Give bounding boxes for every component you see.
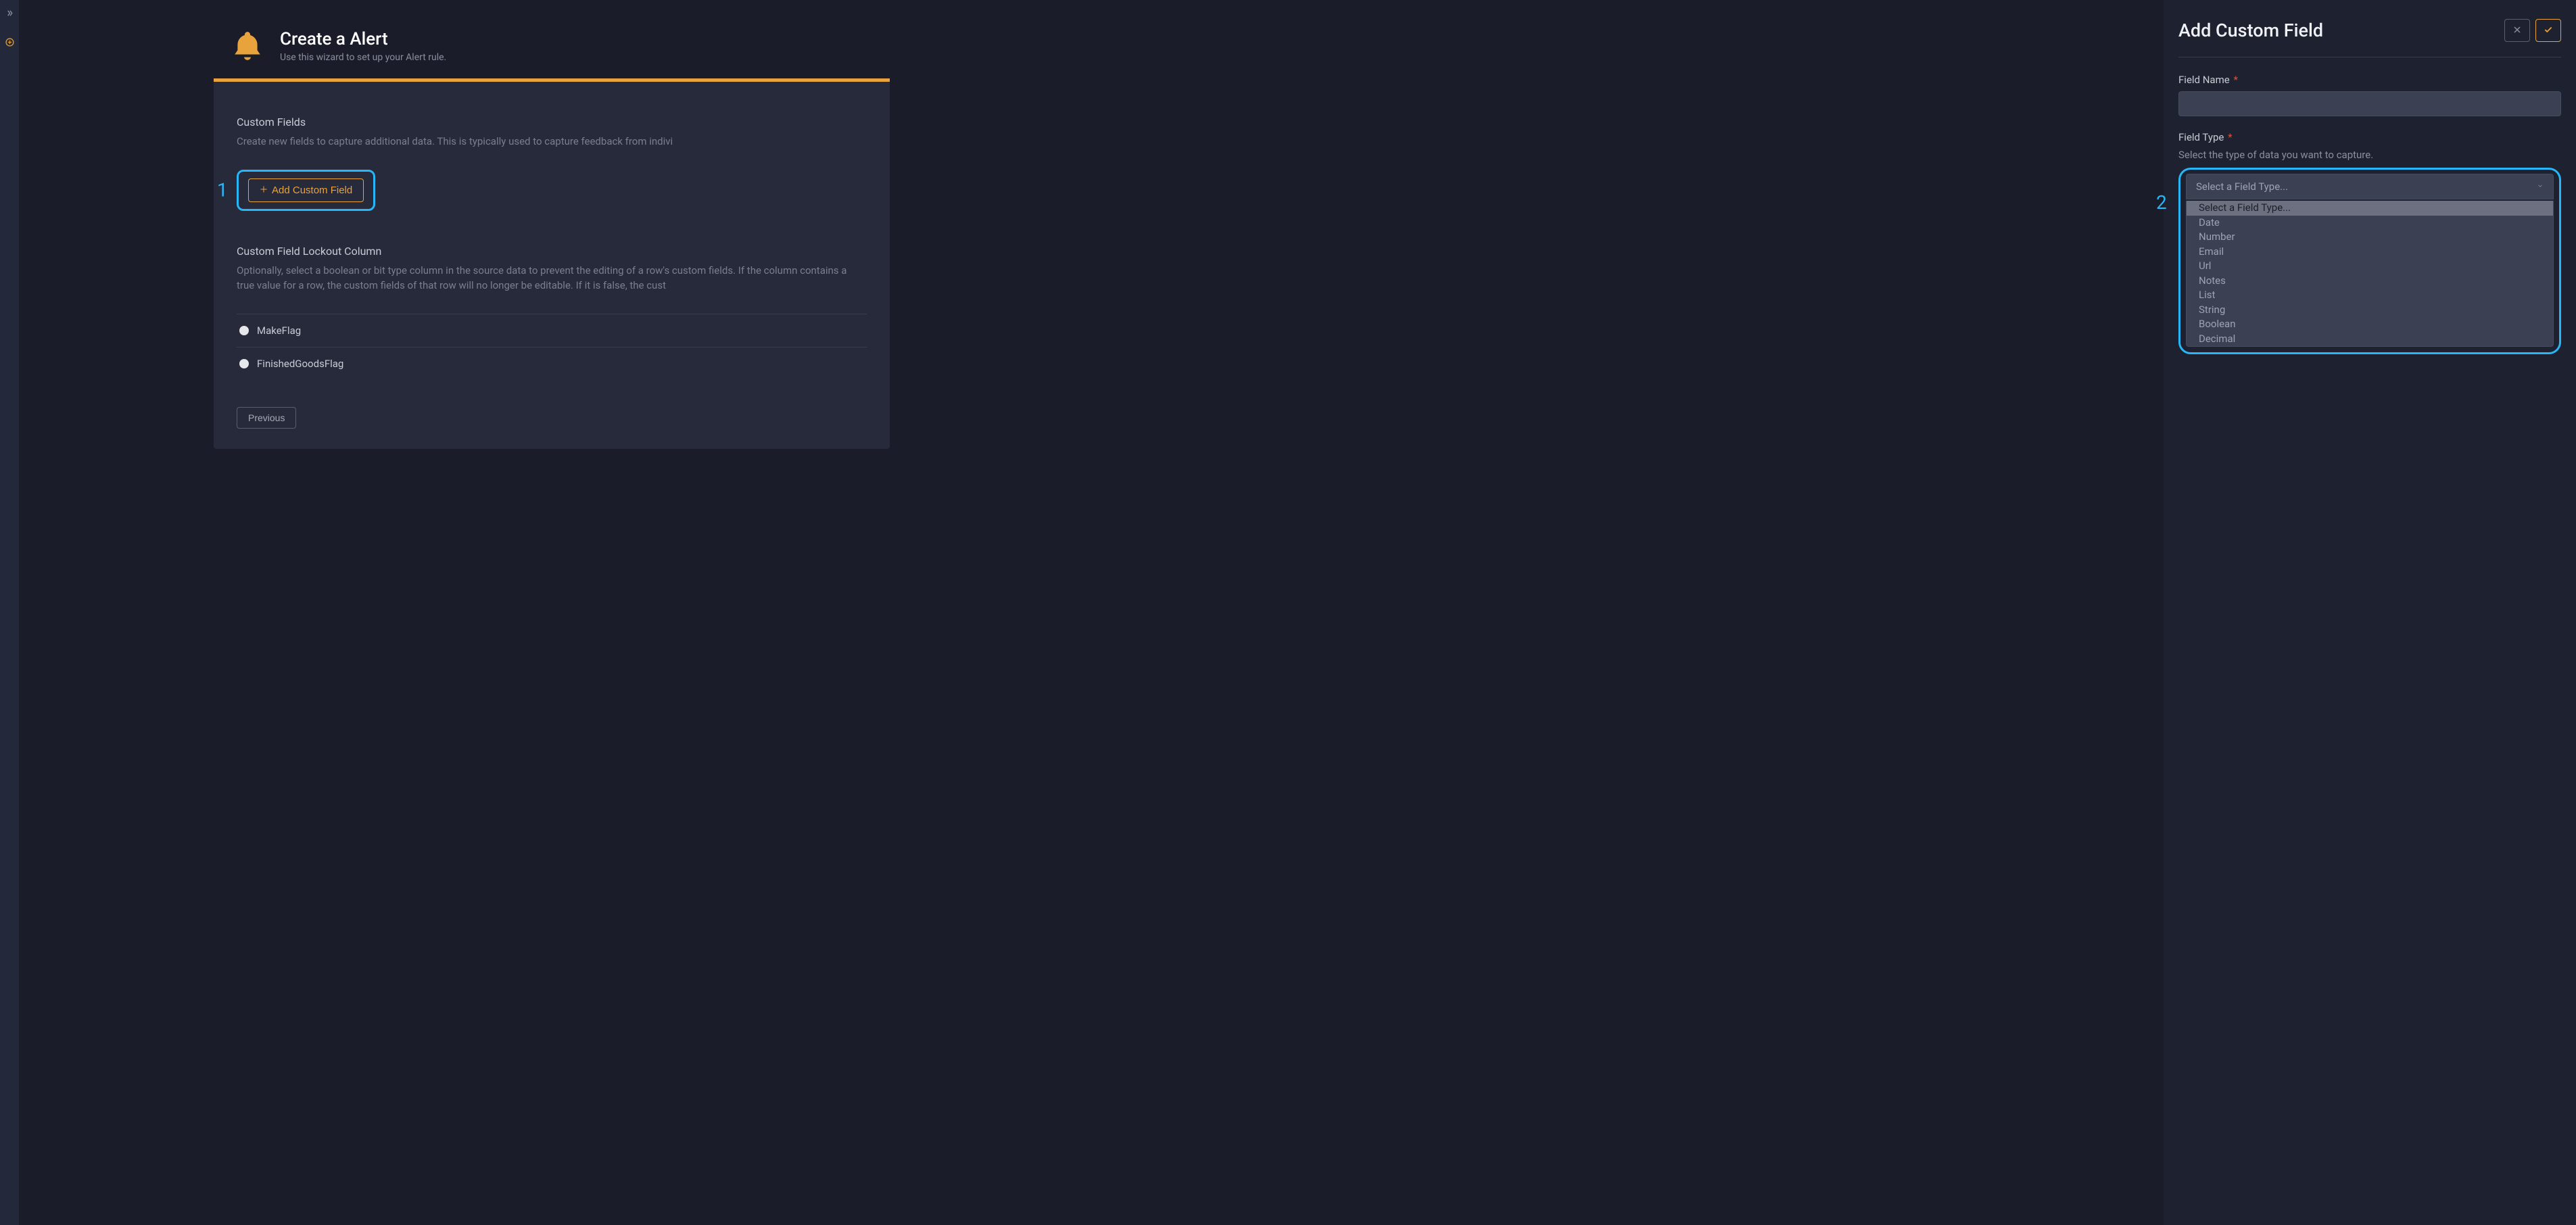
expand-icon[interactable]	[6, 9, 14, 19]
drawer-close-button[interactable]	[2504, 19, 2530, 42]
chevron-down-icon	[2537, 183, 2544, 191]
field-type-option[interactable]: Decimal	[2187, 332, 2553, 347]
custom-fields-section: Custom Fields Create new fields to captu…	[237, 116, 867, 231]
field-type-hint: Select the type of data you want to capt…	[2178, 149, 2561, 161]
field-type-label: Field Type *	[2178, 131, 2561, 143]
lockout-section: Custom Field Lockout Column Optionally, …	[237, 245, 867, 429]
field-name-label: Field Name *	[2178, 74, 2561, 86]
required-marker: *	[2228, 131, 2232, 143]
section-title-lockout: Custom Field Lockout Column	[237, 245, 867, 258]
plus-icon	[260, 185, 268, 195]
add-custom-field-label: Add Custom Field	[272, 185, 352, 196]
lockout-option-finishedgoodsflag[interactable]: FinishedGoodsFlag	[237, 347, 867, 380]
field-name-input[interactable]	[2178, 91, 2561, 116]
callout-frame-2: 2 Select a Field Type... Select a Field …	[2178, 168, 2561, 354]
bell-icon	[229, 27, 266, 65]
field-type-option[interactable]: Email	[2187, 245, 2553, 260]
field-type-option[interactable]: List	[2187, 288, 2553, 303]
callout-frame-1: 1 Add Custom Field	[237, 170, 375, 211]
callout-number-2: 2	[2156, 191, 2167, 214]
lockout-option-makeflag[interactable]: MakeFlag	[237, 314, 867, 347]
callout-number-1: 1	[217, 179, 228, 201]
field-type-option[interactable]: Number	[2187, 230, 2553, 245]
add-custom-field-button[interactable]: Add Custom Field	[248, 178, 364, 202]
field-type-option[interactable]: Select a Field Type...	[2187, 201, 2553, 216]
drawer-confirm-button[interactable]	[2535, 19, 2561, 42]
radio-icon	[239, 359, 249, 368]
field-type-dropdown: Select a Field Type... Date Number Email…	[2186, 201, 2554, 347]
lockout-options: MakeFlag FinishedGoodsFlag	[237, 314, 867, 380]
add-circle-icon[interactable]	[5, 38, 14, 49]
section-desc-custom-fields: Create new fields to capture additional …	[237, 134, 867, 149]
add-custom-field-drawer: Add Custom Field Field Name * Field Type…	[2164, 0, 2576, 1225]
field-type-selected-value: Select a Field Type...	[2196, 181, 2288, 193]
drawer-title: Add Custom Field	[2178, 20, 2323, 41]
field-type-option[interactable]: Date	[2187, 216, 2553, 231]
section-desc-lockout: Optionally, select a boolean or bit type…	[237, 263, 867, 293]
previous-button[interactable]: Previous	[237, 407, 296, 429]
field-type-option[interactable]: String	[2187, 303, 2553, 318]
check-icon	[2544, 25, 2553, 37]
section-title-custom-fields: Custom Fields	[237, 116, 867, 128]
close-icon	[2513, 25, 2521, 36]
field-type-select[interactable]: Select a Field Type...	[2186, 174, 2554, 199]
radio-label: FinishedGoodsFlag	[257, 358, 343, 370]
field-type-option[interactable]: Url	[2187, 259, 2553, 274]
radio-label: MakeFlag	[257, 325, 301, 337]
field-type-option[interactable]: Boolean	[2187, 317, 2553, 332]
left-rail	[0, 0, 19, 1225]
wizard-card: Custom Fields Create new fields to captu…	[214, 78, 890, 449]
radio-icon	[239, 326, 249, 335]
field-type-option[interactable]: Notes	[2187, 274, 2553, 289]
required-marker: *	[2233, 74, 2237, 86]
page-subtitle: Use this wizard to set up your Alert rul…	[280, 52, 446, 63]
page-title: Create a Alert	[280, 29, 446, 49]
